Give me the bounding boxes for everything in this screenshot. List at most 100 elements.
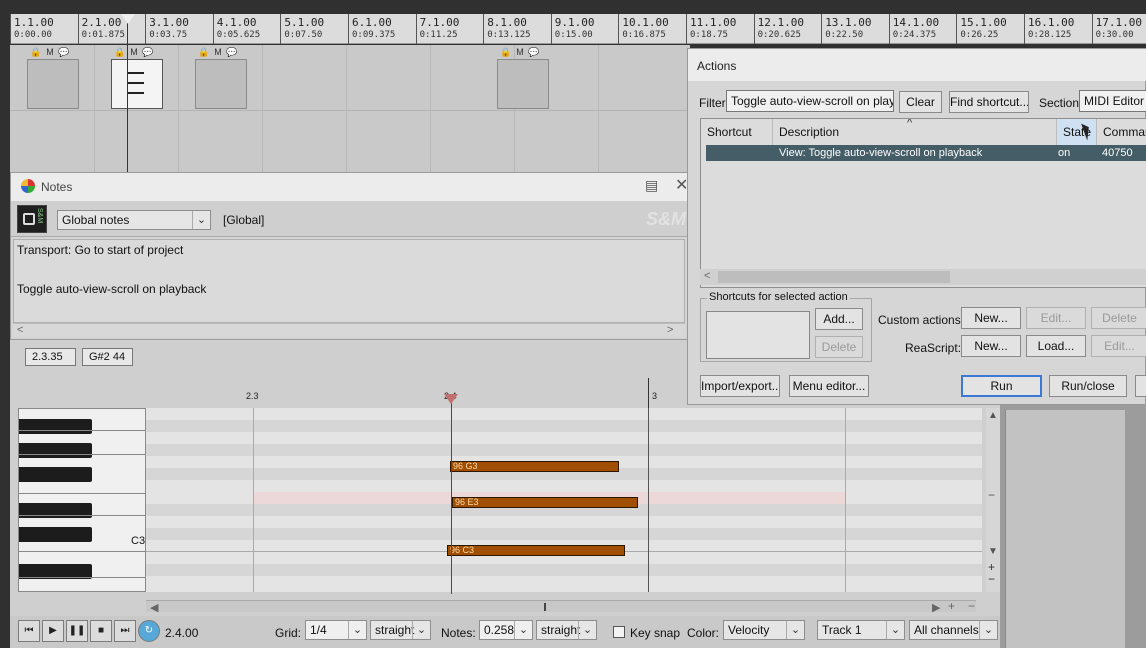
mute-button[interactable]: M (128, 46, 140, 58)
media-item[interactable]: 🔒 M 💬 (195, 47, 247, 109)
grid-mode-dropdown[interactable]: straight ⌄ (370, 620, 431, 640)
scroll-left-icon[interactable]: < (17, 324, 23, 336)
vertical-zoom-bar[interactable]: ▲ − ▼ + − (986, 408, 1000, 592)
note-icon[interactable]: 💬 (226, 46, 238, 58)
notes-mode-value: straight (541, 623, 581, 637)
scroll-down-icon[interactable]: ▼ (988, 546, 998, 557)
load-reascript-button[interactable]: Load... (1026, 335, 1086, 357)
zoom-out-icon[interactable]: − (968, 599, 975, 613)
notes-line: Transport: Go to start of project (17, 243, 184, 257)
column-header-command[interactable]: Command (1097, 119, 1146, 145)
media-item[interactable]: 🔒 M 💬 (27, 47, 79, 109)
media-item-selected[interactable]: 🔒 M 💬 (111, 47, 163, 109)
note-icon[interactable]: 💬 (528, 46, 540, 58)
filter-input[interactable]: Toggle auto-view-scroll on playbac (726, 90, 894, 112)
dock-icon[interactable]: ▤ (645, 177, 658, 194)
midi-note[interactable]: 96 E3 (452, 497, 638, 508)
playhead-marker[interactable] (121, 14, 135, 24)
piano-key[interactable] (19, 467, 92, 482)
clear-button[interactable]: Clear (899, 91, 942, 113)
time-label: 0:24.375 (892, 30, 937, 40)
notes-scrollbar[interactable]: < > (13, 323, 685, 337)
menu-editor-button[interactable]: Menu editor... (789, 375, 869, 397)
scroll-left-icon[interactable]: ◀ (150, 601, 158, 614)
bar-label: 3 (652, 391, 658, 401)
zoom-out-icon[interactable]: − (988, 488, 995, 502)
grid-dropdown[interactable]: 1/4 ⌄ (305, 620, 367, 640)
channel-dropdown[interactable]: All channels ⌄ (909, 620, 998, 640)
piano-key[interactable] (19, 527, 92, 542)
lock-icon[interactable]: 🔒 (114, 46, 126, 58)
notes-titlebar[interactable]: Notes ▤ ✕ (11, 173, 689, 201)
piano-keyboard[interactable]: C3 (18, 408, 146, 592)
pause-icon[interactable]: ❚❚ (66, 620, 88, 642)
notes-type-dropdown[interactable]: Global notes ⌄ (57, 210, 211, 230)
time-label: 0:16.875 (622, 30, 666, 40)
ruler-measure: 16.1.00 0:28.125 (1024, 14, 1094, 44)
column-header-shortcut[interactable]: Shortcut (701, 119, 773, 145)
find-shortcut-button[interactable]: Find shortcut... (949, 91, 1029, 113)
add-shortcut-button[interactable]: Add... (815, 308, 863, 330)
lock-icon[interactable]: 🔒 (500, 46, 512, 58)
note-grid[interactable]: 96 G3 96 E3 96 C3 (146, 408, 982, 592)
mute-button[interactable]: M (212, 46, 224, 58)
grid-mode-value: straight (375, 623, 415, 637)
mute-button[interactable]: M (514, 46, 526, 58)
piano-key[interactable] (19, 443, 92, 458)
scroll-right-icon[interactable]: > (667, 324, 673, 336)
scroll-right-icon[interactable]: ▶ (932, 601, 940, 614)
run-close-button[interactable]: Run/close (1049, 375, 1127, 397)
zoom-out-icon[interactable]: − (988, 572, 995, 586)
horizontal-scrollbar[interactable]: ◀ ▶ + − (146, 599, 976, 614)
import-export-button[interactable]: Import/export... (700, 375, 780, 397)
new-custom-action-button[interactable]: New... (961, 307, 1021, 329)
key-snap-label: Key snap (630, 626, 681, 640)
lock-icon[interactable]: 🔒 (198, 46, 210, 58)
scroll-up-icon[interactable]: ▲ (988, 410, 998, 421)
notes-mode-dropdown[interactable]: straight ⌄ (536, 620, 597, 640)
scrollbar-thumb[interactable] (718, 271, 950, 283)
loop-icon[interactable]: ↻ (138, 620, 160, 642)
bar-label: 2.3 (246, 391, 259, 401)
color-dropdown[interactable]: Velocity ⌄ (723, 620, 805, 640)
skip-forward-icon[interactable]: ⏭ (114, 620, 136, 642)
actions-list[interactable]: Shortcut Description ^ State Command Vie… (700, 118, 1146, 288)
section-dropdown[interactable]: MIDI Editor (1079, 90, 1146, 112)
piano-key[interactable] (19, 419, 92, 434)
stop-icon[interactable]: ■ (90, 620, 112, 642)
action-row[interactable]: View: Toggle auto-view-scroll on playbac… (706, 145, 1146, 161)
notes-text-area[interactable]: Transport: Go to start of project Toggle… (13, 239, 685, 323)
lock-icon[interactable]: 🔒 (30, 46, 42, 58)
media-item[interactable]: 🔒 M 💬 (497, 47, 549, 109)
midi-note[interactable]: 96 G3 (450, 461, 619, 472)
column-header-state[interactable]: State (1057, 119, 1097, 145)
note-icon[interactable]: 💬 (142, 46, 154, 58)
run-button[interactable]: Run (961, 375, 1042, 397)
play-icon[interactable]: ▶ (42, 620, 64, 642)
delete-custom-action-button[interactable]: Delete (1091, 307, 1146, 329)
shortcuts-list[interactable] (706, 311, 810, 359)
scroll-left-icon[interactable]: < (704, 270, 710, 282)
delete-shortcut-button[interactable]: Delete (815, 336, 863, 358)
time-label: 0:28.125 (1028, 30, 1072, 40)
track-area[interactable]: 🔒 M 💬 🔒 M 💬 🔒 M 💬 🔒 M 💬 (10, 45, 690, 175)
note-icon[interactable]: 💬 (58, 46, 70, 58)
close-button[interactable] (1135, 375, 1146, 397)
midi-playhead-marker[interactable] (444, 394, 458, 404)
midi-note[interactable]: 96 C3 (447, 545, 625, 556)
action-command-id: 40750 (1102, 147, 1133, 159)
edit-custom-action-button[interactable]: Edit... (1026, 307, 1086, 329)
column-header-description[interactable]: Description (773, 119, 1057, 145)
notes-length-dropdown[interactable]: 0.258 ⌄ (479, 620, 533, 640)
edit-reascript-button[interactable]: Edit... (1091, 335, 1146, 357)
new-reascript-button[interactable]: New... (961, 335, 1021, 357)
lock-toggle[interactable]: S&M (17, 205, 47, 233)
zoom-in-icon[interactable]: + (948, 599, 955, 613)
actions-list-scrollbar[interactable]: < (700, 269, 1146, 285)
key-snap-checkbox[interactable] (613, 626, 625, 638)
track-dropdown[interactable]: Track 1 ⌄ (817, 620, 905, 640)
actions-titlebar[interactable]: Actions (688, 49, 1146, 81)
mute-button[interactable]: M (44, 46, 56, 58)
skip-back-icon[interactable]: ⏮ (18, 620, 40, 642)
timeline-ruler[interactable]: 1.1.00 0:00.00 2.1.00 0:01.875 3.1.00 0:03.75… (10, 14, 1146, 44)
